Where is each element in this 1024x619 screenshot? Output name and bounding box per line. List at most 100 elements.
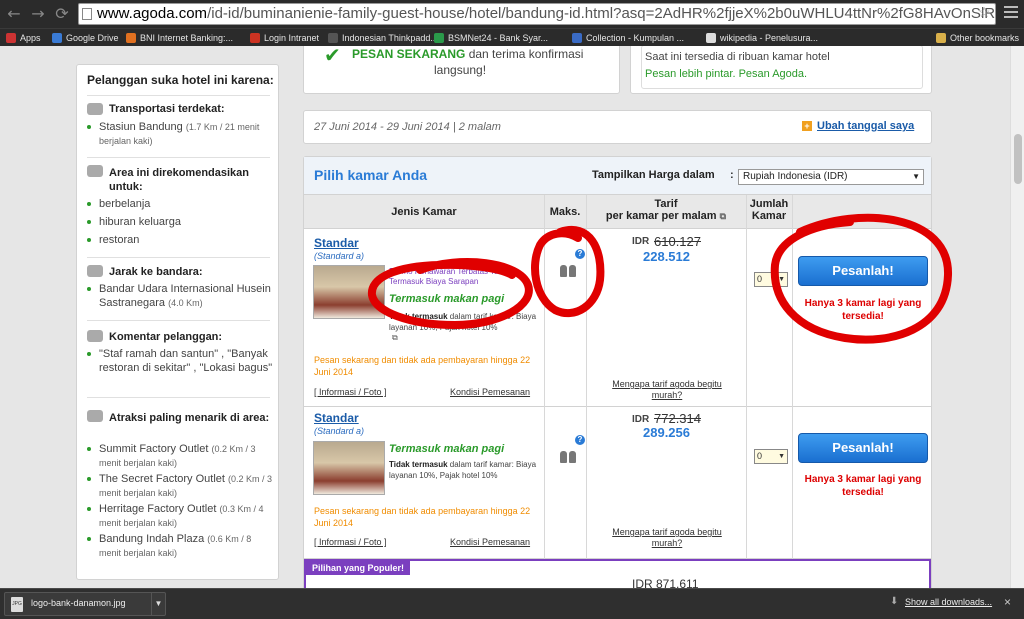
room-panel-header: Pilih kamar Anda Tampilkan Harga dalam :…	[304, 157, 931, 195]
breakfast-included: Termasuk makan pagi	[389, 443, 505, 455]
reload-icon[interactable]: ⟳	[52, 4, 72, 24]
bullet	[87, 238, 91, 242]
area-title: Area ini direkomendasikan untuk:	[109, 167, 249, 193]
close-icon[interactable]: ×	[1004, 595, 1011, 609]
sidebar-heading: Pelanggan suka hotel ini karena:	[87, 73, 274, 87]
bookmark-item[interactable]: BNI Internet Banking:...	[126, 30, 233, 46]
favicon-icon	[6, 33, 16, 43]
why-cheap-link[interactable]: Mengapa tarif agoda begitu murah?	[602, 379, 732, 401]
why-cheap-link[interactable]: Mengapa tarif agoda begitu murah?	[602, 527, 732, 549]
currency-select[interactable]: Rupiah Indonesia (IDR) ▼	[738, 169, 924, 185]
menu-icon[interactable]	[1004, 6, 1018, 21]
pay-later-note: Pesan sekarang dan tidak ada pembayaran …	[314, 506, 531, 528]
rooms-left-warning: Hanya 3 kamar lagi yang tersedia!	[804, 298, 922, 322]
comment-icon	[87, 330, 103, 342]
favicon-icon	[572, 33, 582, 43]
help-icon[interactable]: ?	[575, 435, 585, 445]
room-qty-select[interactable]: 0 ▼	[754, 449, 788, 464]
confirm-line2: langsung!	[434, 63, 487, 77]
room-name-link[interactable]: Standar	[314, 236, 359, 250]
page-scrollbar[interactable]	[1010, 46, 1024, 588]
info-photo-link[interactable]: [ Informasi / Foto ]	[314, 387, 387, 397]
copy-icon: ⧉	[392, 333, 398, 342]
url-domain: www.agoda.com	[97, 5, 208, 22]
bookmark-star-icon[interactable]: ☆	[978, 4, 991, 21]
page-content: Pelanggan suka hotel ini karena: Transpo…	[0, 46, 1010, 588]
room-qty-select[interactable]: 0 ▼	[754, 272, 788, 287]
availability-line1: Saat ini tersedia di ribuan kamar hotel	[645, 51, 830, 63]
back-icon[interactable]: ←	[4, 4, 24, 24]
favicon-icon	[250, 33, 260, 43]
booking-conditions-link[interactable]: Kondisi Pemesanan	[450, 387, 530, 397]
download-item[interactable]: JPG logo-bank-danamon.jpg ▼	[4, 592, 166, 616]
col-rate: Tarif per kamar per malam ⧉	[605, 198, 727, 222]
show-all-downloads-link[interactable]: Show all downloads...	[905, 597, 992, 607]
room-name-link[interactable]: Standar	[314, 411, 359, 425]
bookmark-item[interactable]: Apps	[6, 30, 41, 46]
download-arrow-icon: ⬇	[890, 596, 899, 607]
bookmark-item[interactable]: Google Drive	[52, 30, 119, 46]
favicon-icon	[126, 33, 136, 43]
favicon-icon	[706, 33, 716, 43]
availability-box: Saat ini tersedia di ribuan kamar hotel …	[630, 46, 932, 94]
bookmark-item[interactable]: BSMNet24 - Bank Syar...	[434, 30, 548, 46]
room-row: Standar (Standard a) Promo Penawaran Ter…	[304, 229, 931, 407]
bullet	[87, 507, 91, 511]
confirm-line1: PESAN SEKARANG dan terima konfirmasi	[352, 47, 584, 61]
car-icon	[87, 103, 103, 115]
change-dates-link[interactable]: Ubah tanggal saya	[817, 120, 914, 132]
download-filename: logo-bank-danamon.jpg	[31, 598, 126, 608]
column-divider	[746, 195, 747, 559]
divider	[87, 157, 270, 158]
rooms-left-warning: Hanya 3 kamar lagi yang tersedia!	[804, 474, 922, 498]
area-item: berbelanja	[99, 198, 151, 210]
bookmark-item[interactable]: wikipedia - Penelusura...	[706, 30, 818, 46]
camera-icon	[87, 410, 103, 422]
column-divider	[586, 195, 587, 559]
info-photo-link[interactable]: [ Informasi / Foto ]	[314, 537, 387, 547]
scrollbar-thumb[interactable]	[1014, 134, 1022, 184]
comments-text: "Staf ramah dan santun" , "Banyak restor…	[99, 348, 273, 374]
currency-code: IDR	[632, 414, 650, 425]
bookmark-item[interactable]: Collection - Kumpulan ...	[572, 30, 684, 46]
area-item: restoran	[99, 234, 140, 246]
airport-item: Bandar Udara Internasional Husein Sastra…	[99, 283, 271, 309]
col-qty: Jumlah Kamar	[749, 198, 789, 222]
popular-choice-row: Pilihan yang Populer! IDR 871.611	[304, 559, 931, 588]
url-path: /id-id/buminanienie-family-guest-house/h…	[207, 5, 996, 22]
excluded-fees: Tidak termasuk dalam tarif kamar: Biaya …	[389, 460, 537, 480]
hotel-highlights-sidebar: Pelanggan suka hotel ini karena: Transpo…	[76, 64, 279, 580]
other-bookmarks-folder[interactable]: Other bookmarks	[936, 30, 1019, 46]
bookmark-item[interactable]: Indonesian Thinkpadd...	[328, 30, 438, 46]
download-menu-arrow-icon[interactable]: ▼	[151, 593, 165, 615]
promo-text: Promo Penawaran Terbatas Tarif Termasuk …	[389, 267, 506, 286]
stay-dates: 27 Juni 2014 - 29 Juni 2014 | 2 malam	[314, 121, 501, 133]
divider	[87, 397, 270, 398]
room-photo[interactable]	[313, 441, 385, 495]
bookmark-item[interactable]: Login Intranet	[250, 30, 319, 46]
divider	[87, 95, 270, 96]
original-price: 772.314	[654, 411, 701, 426]
popular-badge: Pilihan yang Populer!	[306, 561, 411, 575]
address-bar[interactable]: www.agoda.com/id-id/buminanienie-family-…	[78, 3, 996, 25]
favicon-icon	[52, 33, 62, 43]
bullet	[87, 447, 91, 451]
bookmarks-bar: Apps Google Drive BNI Internet Banking:...…	[0, 28, 1024, 46]
column-divider	[544, 195, 545, 559]
bullet	[87, 125, 91, 129]
favicon-icon	[328, 33, 338, 43]
room-photo[interactable]	[313, 265, 385, 319]
plane-icon	[87, 265, 103, 277]
area-item: hiburan keluarga	[99, 216, 181, 228]
booking-conditions-link[interactable]: Kondisi Pemesanan	[450, 537, 530, 547]
browser-toolbar: ← → ⟳ www.agoda.com/id-id/buminanienie-f…	[0, 0, 1024, 28]
discount-price: 228.512	[643, 249, 690, 264]
transport-item: Stasiun Bandung (1.7 Km / 21 menit berja…	[99, 121, 260, 146]
forward-icon[interactable]: →	[28, 4, 48, 24]
price-in-label: Tampilkan Harga dalam	[592, 169, 715, 181]
attraction-item: Summit Factory Outlet (0.2 Km / 3 menit …	[99, 443, 256, 468]
book-now-button[interactable]: Pesanlah!	[798, 433, 928, 463]
book-now-button[interactable]: Pesanlah!	[798, 256, 928, 286]
help-icon[interactable]: ?	[575, 249, 585, 259]
room-subtitle: (Standard a)	[314, 251, 365, 261]
